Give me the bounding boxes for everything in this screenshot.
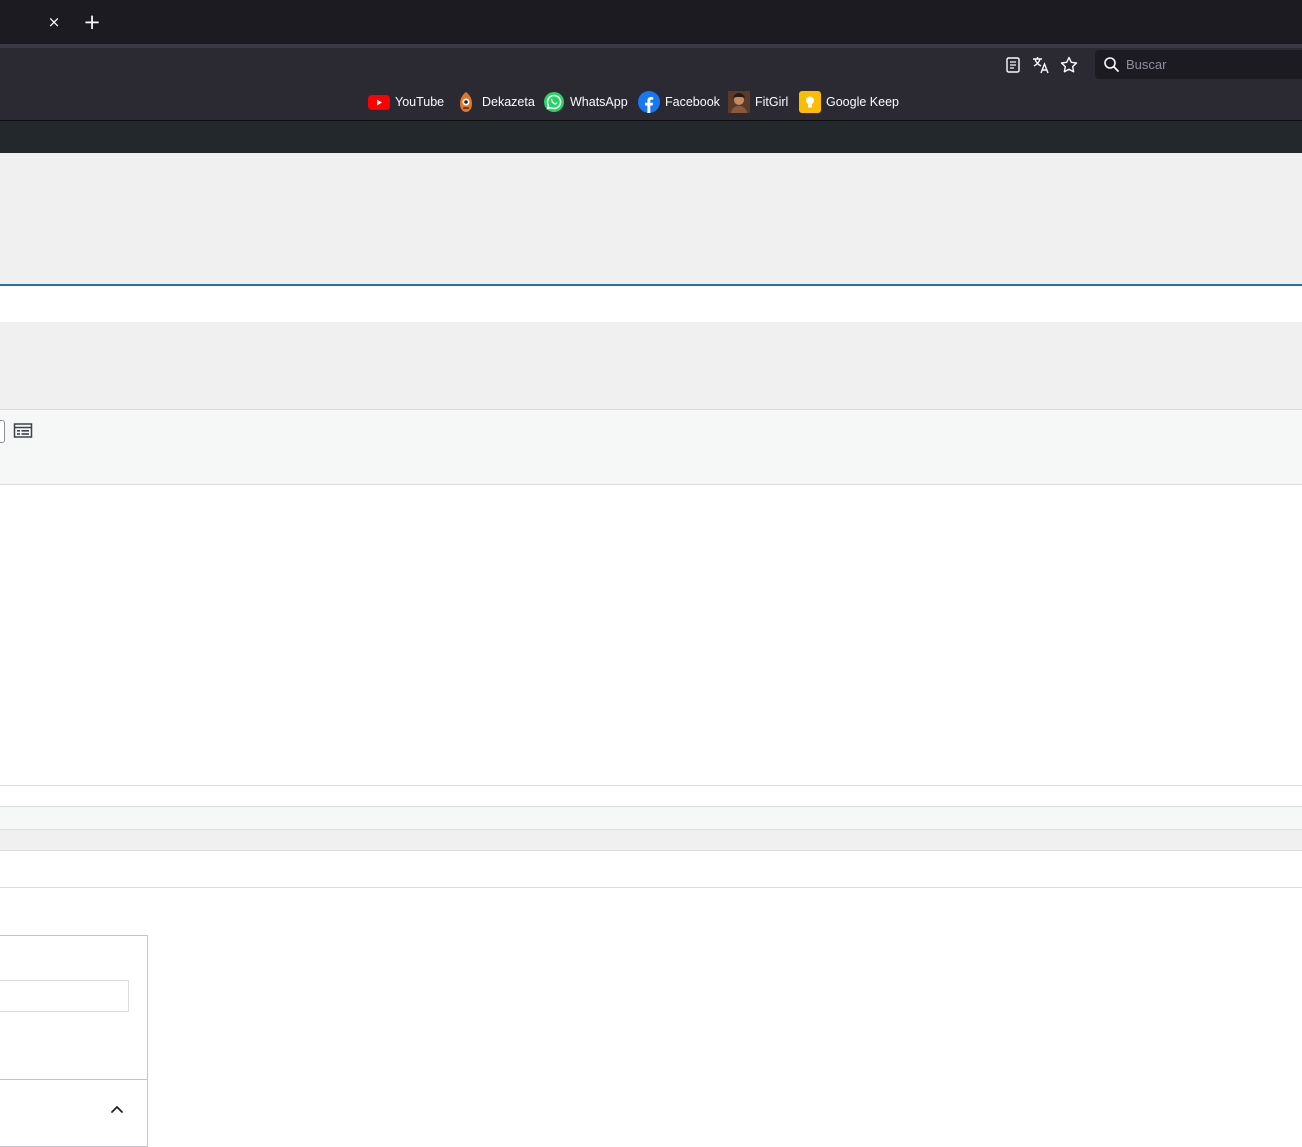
new-tab-button[interactable]: + — [80, 11, 104, 35]
admin-bar — [0, 121, 1302, 153]
section-divider — [0, 887, 1302, 888]
bookmark-youtube[interactable]: YouTube — [368, 91, 444, 113]
close-tab-button[interactable]: × — [43, 11, 65, 33]
bookmarks-toolbar: YouTube Dekazeta WhatsApp Facebook FitGi… — [0, 81, 1302, 121]
search-box[interactable]: Buscar — [1095, 50, 1302, 79]
editor-footer-row — [0, 830, 1302, 850]
browser-navigation-toolbar: Buscar — [0, 48, 1302, 81]
bookmark-dekazeta[interactable]: Dekazeta — [455, 91, 535, 113]
editor-toolbar — [0, 410, 1302, 485]
whatsapp-icon — [543, 91, 565, 113]
translate-icon[interactable] — [1030, 54, 1052, 76]
meta-box — [0, 935, 148, 1147]
chevron-up-icon[interactable] — [106, 1098, 128, 1120]
bookmark-label: YouTube — [395, 95, 445, 109]
bookmark-facebook[interactable]: Facebook — [638, 91, 720, 113]
toolbar-button-edge[interactable] — [0, 420, 5, 443]
page-header-area — [0, 153, 1302, 284]
editor-divider — [0, 850, 1302, 851]
editor-divider — [0, 785, 1302, 786]
facebook-icon — [638, 91, 660, 113]
editor-meta-area — [0, 322, 1302, 410]
google-keep-icon — [799, 91, 821, 113]
bookmark-label: FitGirl — [755, 95, 789, 109]
search-icon — [1103, 56, 1120, 77]
editor-status-row — [0, 807, 1302, 829]
youtube-icon — [368, 91, 390, 113]
bookmark-label: WhatsApp — [570, 95, 628, 109]
meta-box-input[interactable] — [0, 980, 129, 1012]
bookmark-label: Google Keep — [826, 95, 899, 109]
bookmark-google-keep[interactable]: Google Keep — [799, 91, 899, 113]
reader-view-icon[interactable] — [1002, 54, 1024, 76]
meta-box-divider — [0, 1079, 147, 1080]
bookmark-fitgirl[interactable]: FitGirl — [728, 91, 788, 113]
title-input[interactable] — [0, 284, 1302, 324]
fitgirl-icon — [728, 91, 750, 113]
bookmark-star-icon[interactable] — [1058, 54, 1080, 76]
bookmark-label: Facebook — [665, 95, 720, 109]
toolbar-toggle-icon[interactable] — [13, 422, 33, 440]
bookmark-whatsapp[interactable]: WhatsApp — [543, 91, 628, 113]
search-input[interactable]: Buscar — [1126, 57, 1166, 72]
browser-tab-strip: × + — [0, 0, 1302, 44]
dekazeta-icon — [455, 91, 477, 113]
content-editor[interactable] — [0, 485, 1302, 785]
bookmark-label: Dekazeta — [482, 95, 535, 109]
